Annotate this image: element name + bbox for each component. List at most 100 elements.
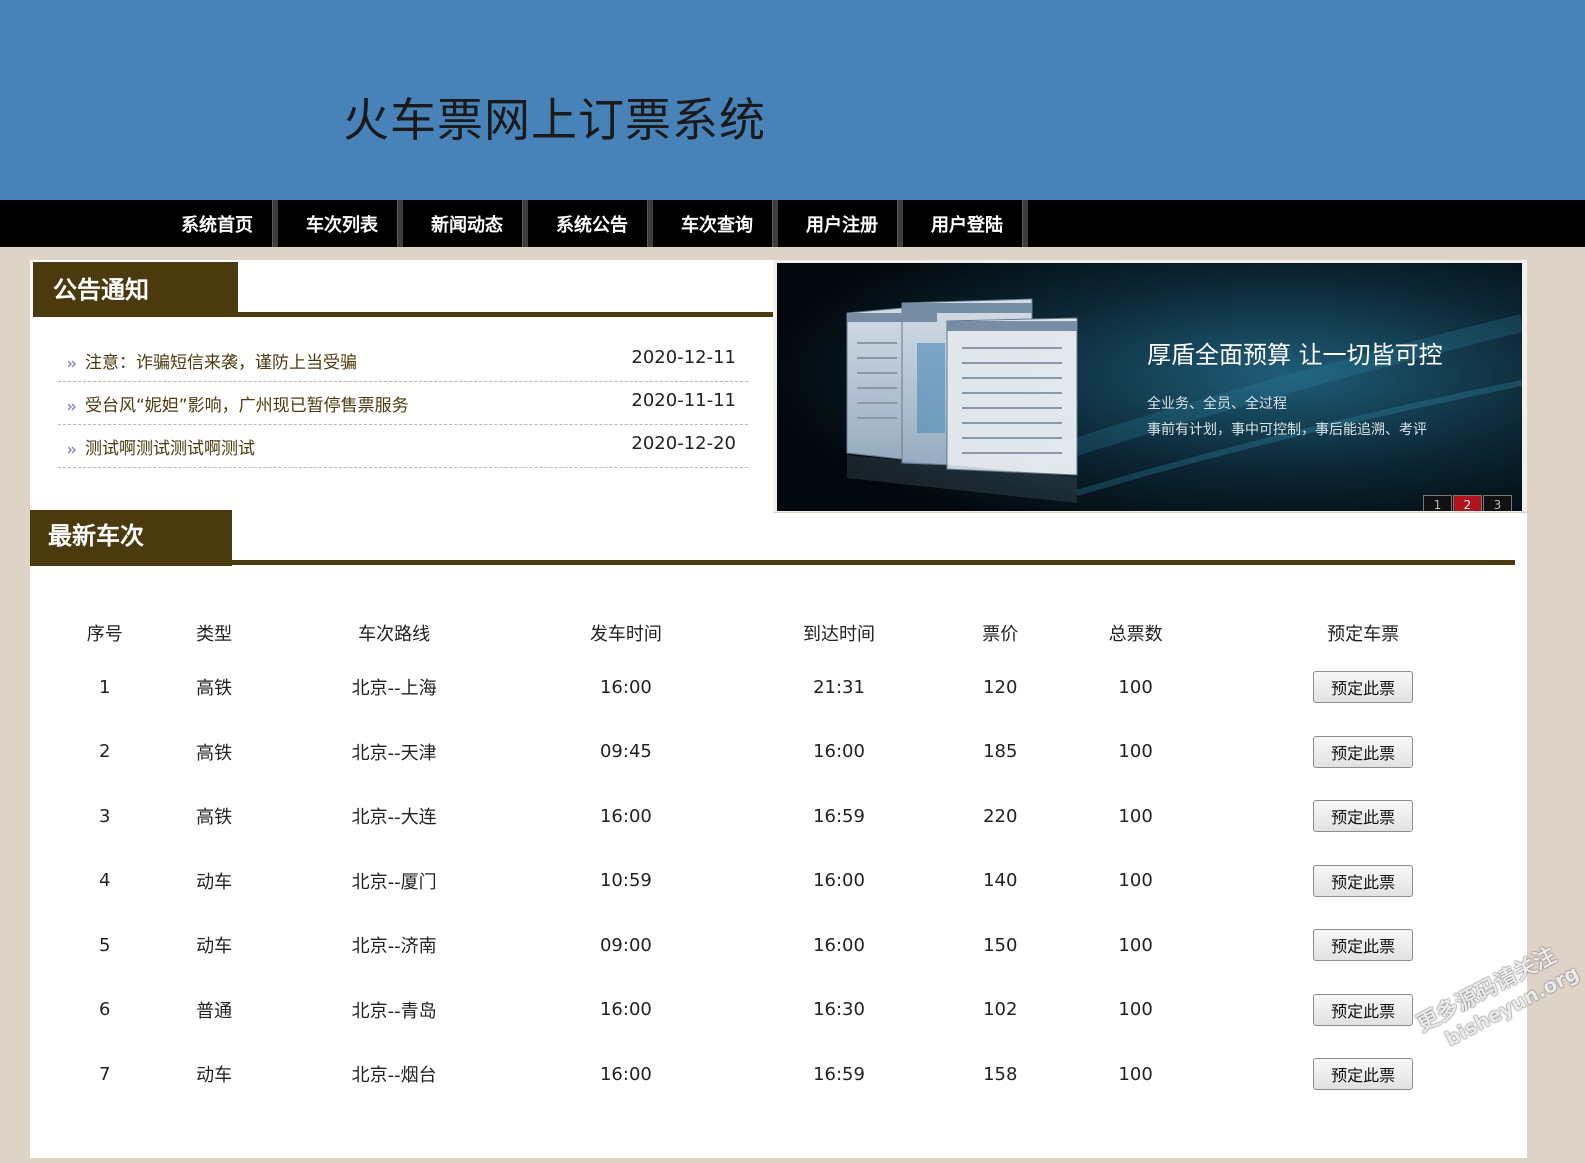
cell-type: 普通: [196, 1000, 233, 1022]
nav-item-announcements[interactable]: 系统公告: [533, 200, 651, 247]
cell-total: 100: [1118, 934, 1153, 956]
book-ticket-button[interactable]: 预定此票: [1313, 929, 1414, 962]
nav-separator: [897, 200, 903, 247]
cell-price: 185: [983, 741, 1018, 763]
cell-no: 7: [98, 1063, 111, 1085]
notice-date: 2020-12-11: [631, 347, 736, 368]
cell-total: 100: [1118, 676, 1153, 698]
nav-item-register[interactable]: 用户注册: [783, 200, 901, 247]
notice-title-link[interactable]: 注意：诈骗短信来袭，谨防上当受骗: [85, 348, 357, 373]
cell-price: 150: [983, 934, 1018, 956]
nav-item-train-search[interactable]: 车次查询: [658, 200, 776, 247]
table-row: 1 高铁 北京--上海 16:00 21:31 120 100 预定此票: [50, 655, 1510, 720]
cell-arrive: 16:00: [813, 934, 865, 956]
cell-total: 100: [1118, 805, 1153, 827]
cell-type: 动车: [196, 871, 233, 893]
cell-depart: 16:00: [599, 805, 652, 827]
cell-action: 预定此票: [1216, 784, 1510, 849]
cell-arrive: 21:31: [813, 676, 865, 698]
book-ticket-button[interactable]: 预定此票: [1313, 993, 1414, 1026]
site-header: 火车票网上订票系统: [0, 0, 1585, 200]
table-row: 2 高铁 北京--天津 09:45 16:00 185 100 预定此票: [50, 720, 1510, 785]
cell-action: 预定此票: [1216, 913, 1510, 978]
slider-page-1[interactable]: 1: [1423, 495, 1452, 511]
table-row: 5 动车 北京--济南 09:00 16:00 150 100 预定此票: [50, 913, 1510, 978]
trains-section-divider: [30, 560, 1515, 565]
cell-type: 动车: [196, 1065, 233, 1087]
cell-type: 高铁: [196, 678, 233, 700]
notice-date: 2020-11-11: [631, 390, 736, 411]
book-ticket-button[interactable]: 预定此票: [1313, 800, 1414, 833]
banner-image[interactable]: 厚盾全面预算 让一切皆可控 全业务、全员、全过程 事前有计划，事中可控制，事后能…: [777, 263, 1522, 511]
cell-route: 北京--上海: [351, 678, 437, 700]
slider-page-2[interactable]: 2: [1453, 495, 1482, 511]
cell-action: 预定此票: [1216, 655, 1510, 720]
notice-item: 受台风“妮妲”影响，广州现已暂停售票服务 2020-11-11: [58, 383, 748, 425]
cell-price: 102: [983, 999, 1018, 1021]
banner-slider: 厚盾全面预算 让一切皆可控 全业务、全员、全过程 事前有计划，事中可控制，事后能…: [773, 260, 1527, 512]
table-row: 3 高铁 北京--大连 16:00 16:59 220 100 预定此票: [50, 784, 1510, 849]
nav-item-home[interactable]: 系统首页: [158, 200, 276, 247]
site-title: 火车票网上订票系统: [343, 93, 766, 147]
cell-arrive: 16:00: [813, 741, 865, 763]
main-nav: 系统首页 车次列表 新闻动态 系统公告 车次查询 用户注册 用户登陆: [0, 200, 1585, 247]
nav-separator: [1022, 200, 1028, 247]
cell-depart: 16:00: [599, 1063, 652, 1085]
col-header-type: 类型: [196, 624, 233, 645]
cell-total: 100: [1118, 1063, 1153, 1085]
cell-no: 5: [98, 934, 111, 956]
nav-item-news[interactable]: 新闻动态: [408, 200, 526, 247]
book-ticket-button[interactable]: 预定此票: [1313, 864, 1414, 897]
cell-total: 100: [1118, 999, 1153, 1021]
cell-route: 北京--厦门: [351, 871, 437, 893]
cell-arrive: 16:59: [813, 1063, 865, 1085]
nav-separator: [772, 200, 778, 247]
nav-item-train-list[interactable]: 车次列表: [283, 200, 401, 247]
cell-price: 158: [983, 1063, 1018, 1085]
book-ticket-button[interactable]: 预定此票: [1313, 735, 1414, 768]
table-header-row: 序号 类型 车次路线 发车时间 到达时间 票价 总票数 预定车票: [50, 611, 1510, 655]
cell-route: 北京--济南: [351, 936, 437, 958]
banner-headline: 厚盾全面预算 让一切皆可控: [1147, 341, 1443, 369]
notice-section-divider: [33, 312, 778, 317]
cell-type: 高铁: [196, 807, 233, 829]
cell-depart: 09:00: [599, 934, 652, 956]
notice-panel: 公告通知 注意：诈骗短信来袭，谨防上当受骗 2020-12-11 受台风“妮妲”…: [30, 260, 778, 514]
banner-graphic: 厚盾全面预算 让一切皆可控 全业务、全员、全过程 事前有计划，事中可控制，事后能…: [777, 263, 1522, 511]
book-ticket-button[interactable]: 预定此票: [1313, 671, 1414, 704]
book-ticket-button[interactable]: 预定此票: [1313, 1058, 1414, 1091]
cell-depart: 16:00: [599, 676, 652, 698]
cell-route: 北京--烟台: [351, 1065, 437, 1087]
cell-type: 动车: [196, 936, 233, 958]
cell-no: 3: [98, 805, 111, 827]
cell-action: 预定此票: [1216, 720, 1510, 785]
cell-depart: 10:59: [599, 870, 652, 892]
table-row: 4 动车 北京--厦门 10:59 16:00 140 100 预定此票: [50, 849, 1510, 914]
table-row: 7 动车 北京--烟台 16:00 16:59 158 100 预定此票: [50, 1042, 1510, 1107]
col-header-no: 序号: [86, 624, 123, 645]
nav-item-login[interactable]: 用户登陆: [908, 200, 1026, 247]
notice-item: 测试啊测试测试啊测试 2020-12-20: [58, 426, 748, 468]
cell-route: 北京--大连: [351, 807, 437, 829]
cell-total: 100: [1118, 741, 1153, 763]
slider-page-3[interactable]: 3: [1483, 495, 1512, 511]
nav-separator: [272, 200, 278, 247]
cell-depart: 16:00: [599, 999, 652, 1021]
col-header-book: 预定车票: [1327, 624, 1400, 645]
col-header-route: 车次路线: [358, 624, 431, 645]
cell-no: 4: [98, 870, 111, 892]
cell-price: 220: [983, 805, 1018, 827]
cell-action: 预定此票: [1216, 849, 1510, 914]
notice-title-link[interactable]: 受台风“妮妲”影响，广州现已暂停售票服务: [85, 391, 409, 416]
latest-trains-panel: 最新车次 序号 类型 车次路线 发车时间 到达时间 票价 总票数 预定车票 1 …: [30, 510, 1527, 1158]
col-header-depart: 发车时间: [589, 624, 662, 645]
cell-arrive: 16:00: [813, 870, 865, 892]
col-header-price: 票价: [982, 624, 1019, 645]
cell-price: 140: [983, 870, 1018, 892]
col-header-total: 总票数: [1108, 624, 1163, 645]
notice-title-link[interactable]: 测试啊测试测试啊测试: [85, 434, 255, 459]
table-row: 6 普通 北京--青岛 16:00 16:30 102 100 预定此票: [50, 978, 1510, 1043]
double-arrow-icon: [68, 403, 76, 411]
cell-no: 6: [98, 999, 111, 1021]
train-table: 序号 类型 车次路线 发车时间 到达时间 票价 总票数 预定车票 1 高铁 北京…: [50, 611, 1510, 1107]
